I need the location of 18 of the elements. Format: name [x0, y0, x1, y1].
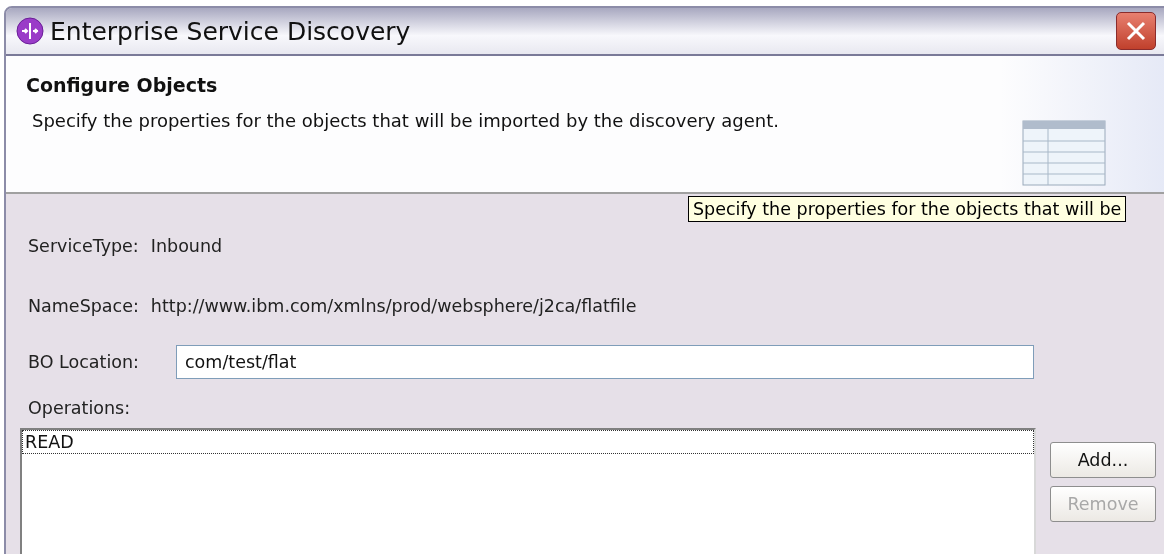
app-logo-icon — [16, 17, 44, 46]
field-value: http://www.ibm.com/xmlns/prod/websphere/j2ca/flatfile — [150, 296, 637, 316]
field-label: BO Location: — [28, 352, 140, 372]
operations-label: Operations: — [28, 398, 131, 418]
field-value: Inbound — [150, 236, 223, 256]
window-title: Enterprise Service Discovery — [50, 16, 412, 46]
list-item[interactable]: READ — [22, 430, 1034, 454]
table-icon — [1022, 120, 1106, 186]
tooltip: Specify the properties for the objects that will be — [688, 196, 1127, 222]
add-button[interactable]: Add... — [1050, 442, 1156, 478]
page-title: Configure Objects — [26, 74, 219, 97]
field-label: ServiceType: — [28, 236, 139, 256]
close-icon — [1125, 20, 1147, 43]
field-label: NameSpace: — [28, 296, 139, 316]
bo-location-field[interactable]: com/test/flat — [176, 345, 1034, 379]
close-button[interactable] — [1116, 12, 1156, 51]
page-description: Specify the properties for the objects that will be imported by the discovery agent. — [32, 110, 780, 132]
operations-list[interactable]: READ — [20, 428, 1036, 554]
